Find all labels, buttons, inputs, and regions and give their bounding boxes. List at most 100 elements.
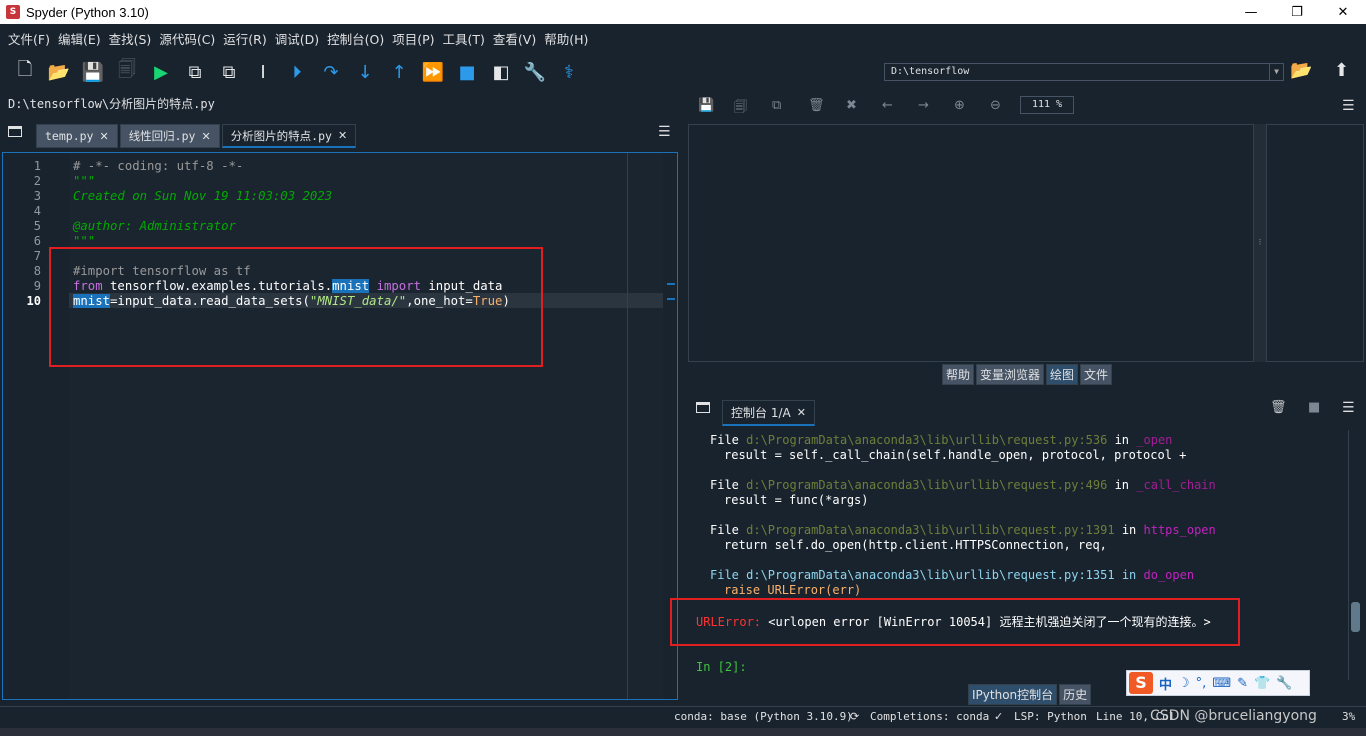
run-selection-icon[interactable]: I (246, 57, 280, 87)
close-icon[interactable]: ✕ (338, 129, 347, 142)
tab-linear-regression[interactable]: 线性回归.py ✕ (119, 124, 220, 148)
plot-splitter[interactable]: ⁝ (1254, 124, 1266, 362)
delete-icon[interactable]: 🗑 (808, 98, 825, 113)
tab-label: temp.py (45, 129, 94, 143)
taskbar-strip (0, 728, 1366, 736)
console-prompt[interactable]: In [2]: (696, 660, 747, 674)
arrow-right-icon[interactable]: → (918, 98, 929, 113)
tab-ipython-console[interactable]: IPython控制台 (968, 684, 1058, 705)
tab-files[interactable]: 文件 (1080, 364, 1113, 385)
close-icon[interactable]: ✕ (201, 130, 210, 143)
save-icon[interactable]: 💾 (698, 98, 714, 113)
menu-projects[interactable]: 项目(P) (388, 29, 438, 48)
ime-language[interactable]: 中 (1159, 674, 1172, 693)
run-cell-icon[interactable]: ⧉ (178, 57, 212, 87)
chevron-down-icon[interactable]: ▼ (1269, 64, 1283, 80)
browse-folder-icon[interactable]: 📂 (1290, 60, 1312, 81)
open-file-icon[interactable]: 📂 (42, 57, 76, 87)
handwriting-icon[interactable]: ✎ (1237, 676, 1248, 691)
punctuation-icon[interactable]: °, (1196, 676, 1207, 691)
ime-toolbar[interactable]: S 中 ☽ °, ⌨ ✎ 👕 🔧 (1126, 670, 1310, 696)
editor-tab-bar: temp.py ✕ 线性回归.py ✕ 分析图片的特点.py ✕ (0, 122, 682, 148)
new-file-icon[interactable]: 🗋 (8, 57, 42, 87)
zoom-in-icon[interactable]: ⊕ (954, 98, 965, 113)
menu-file[interactable]: 文件(F) (4, 29, 54, 48)
run-icon[interactable]: ▶ (144, 57, 178, 87)
code-line-6: """ (73, 234, 96, 248)
line-number: 3 (33, 189, 41, 203)
console-browser-icon[interactable] (696, 402, 710, 413)
line-number: 2 (33, 174, 41, 188)
menu-consoles[interactable]: 控制台(O) (323, 29, 388, 48)
save-icon[interactable]: 💾 (76, 57, 110, 87)
line-number: 5 (33, 219, 41, 233)
traceback-code-line: return self.do_open(http.client.HTTPSCon… (724, 538, 1107, 552)
scrollbar-thumb[interactable] (1351, 602, 1360, 632)
step-out-icon[interactable]: ↑ (382, 57, 416, 87)
menu-search[interactable]: 查找(S) (105, 29, 156, 48)
tab-plots[interactable]: 绘图 (1046, 364, 1079, 385)
scroll-marker (667, 298, 675, 300)
run-cell-advance-icon[interactable]: ⧉ (212, 57, 246, 87)
plots-options-icon[interactable]: ☰ (1342, 98, 1355, 114)
close-icon[interactable]: ✕ (99, 130, 108, 143)
close-icon[interactable]: ✕ (797, 406, 806, 419)
moon-icon[interactable]: ☽ (1178, 676, 1190, 691)
copy-icon[interactable]: ⧉ (772, 98, 781, 113)
code-area[interactable]: # -*- coding: utf-8 -*- """ Created on S… (69, 153, 663, 699)
line-number: 1 (33, 159, 41, 173)
editor-pane: temp.py ✕ 线性回归.py ✕ 分析图片的特点.py ✕ ☰ 1 2 3… (0, 90, 682, 702)
traceback-file-line: File d:\ProgramData\anaconda3\lib\urllib… (710, 568, 1195, 582)
line-number: 8 (33, 264, 41, 278)
console-options-icon[interactable]: ☰ (1342, 400, 1355, 416)
step-into-icon[interactable]: ↓ (348, 57, 382, 87)
keyboard-icon[interactable]: ⌨ (1212, 676, 1231, 691)
tab-variable-explorer[interactable]: 变量浏览器 (976, 364, 1045, 385)
arrow-left-icon[interactable]: ← (882, 98, 893, 113)
zoom-out-icon[interactable]: ⊖ (990, 98, 1001, 113)
stop-icon[interactable]: ■ (1308, 400, 1320, 415)
menu-help[interactable]: 帮助(H) (540, 29, 592, 48)
annotation-box-code (49, 247, 543, 367)
plots-pane: 💾 🗐 ⧉ 🗑 ✖ ← → ⊕ ⊖ 111 % ☰ ⁝ 帮助 变量浏览器 绘图 … (686, 92, 1366, 385)
skin-icon[interactable]: 👕 (1254, 676, 1270, 691)
code-editor[interactable]: 1 2 3 4 5 6 7 8 9 10 # -*- coding: utf-8… (2, 152, 678, 700)
minimize-button[interactable]: — (1228, 0, 1274, 24)
menu-edit[interactable]: 编辑(E) (54, 29, 105, 48)
tab-temp-py[interactable]: temp.py ✕ (36, 124, 118, 148)
tab-console-1a[interactable]: 控制台 1/A ✕ (722, 400, 815, 426)
stop-icon[interactable]: ■ (450, 57, 484, 87)
plot-thumbnails[interactable] (1266, 124, 1364, 362)
editor-options-icon[interactable]: ☰ (658, 124, 671, 140)
preferences-icon[interactable]: 🔧 (518, 57, 552, 87)
close-all-icon[interactable]: ✖ (846, 98, 857, 113)
menu-run[interactable]: 运行(R) (219, 29, 270, 48)
zoom-level-field[interactable]: 111 % (1020, 96, 1074, 114)
maximize-button[interactable]: ❐ (1274, 0, 1320, 24)
tab-history[interactable]: 历史 (1059, 684, 1092, 705)
clear-console-icon[interactable]: 🗑 (1270, 400, 1287, 415)
debug-icon[interactable]: ⏵ (280, 57, 314, 87)
continue-icon[interactable]: ⏩ (416, 57, 450, 87)
menu-source[interactable]: 源代码(C) (155, 29, 219, 48)
save-all-icon[interactable]: 🗐 (734, 98, 747, 120)
menu-debug[interactable]: 调试(D) (271, 29, 323, 48)
plot-canvas[interactable] (688, 124, 1254, 362)
console-scrollbar[interactable] (1348, 430, 1362, 680)
step-over-icon[interactable]: ↷ (314, 57, 348, 87)
tab-analyze-image[interactable]: 分析图片的特点.py ✕ (221, 124, 357, 148)
save-all-icon[interactable]: 🗐 (110, 57, 144, 87)
working-directory-input[interactable]: D:\tensorflow ▼ (884, 63, 1284, 81)
parent-directory-icon[interactable]: ⬆ (1334, 60, 1349, 81)
python-path-icon[interactable]: ⚕ (552, 57, 586, 87)
file-browser-icon[interactable] (8, 126, 22, 137)
close-window-button[interactable]: ✕ (1320, 0, 1366, 24)
traceback-code-line: result = func(*args) (724, 493, 869, 507)
wrench-icon[interactable]: 🔧 (1276, 676, 1292, 691)
line-number: 7 (33, 249, 41, 263)
menu-view[interactable]: 查看(V) (489, 29, 540, 48)
maximize-pane-icon[interactable]: ◧ (484, 57, 518, 87)
tab-help[interactable]: 帮助 (942, 364, 975, 385)
menu-tools[interactable]: 工具(T) (439, 29, 489, 48)
annotation-box-error (670, 598, 1240, 646)
